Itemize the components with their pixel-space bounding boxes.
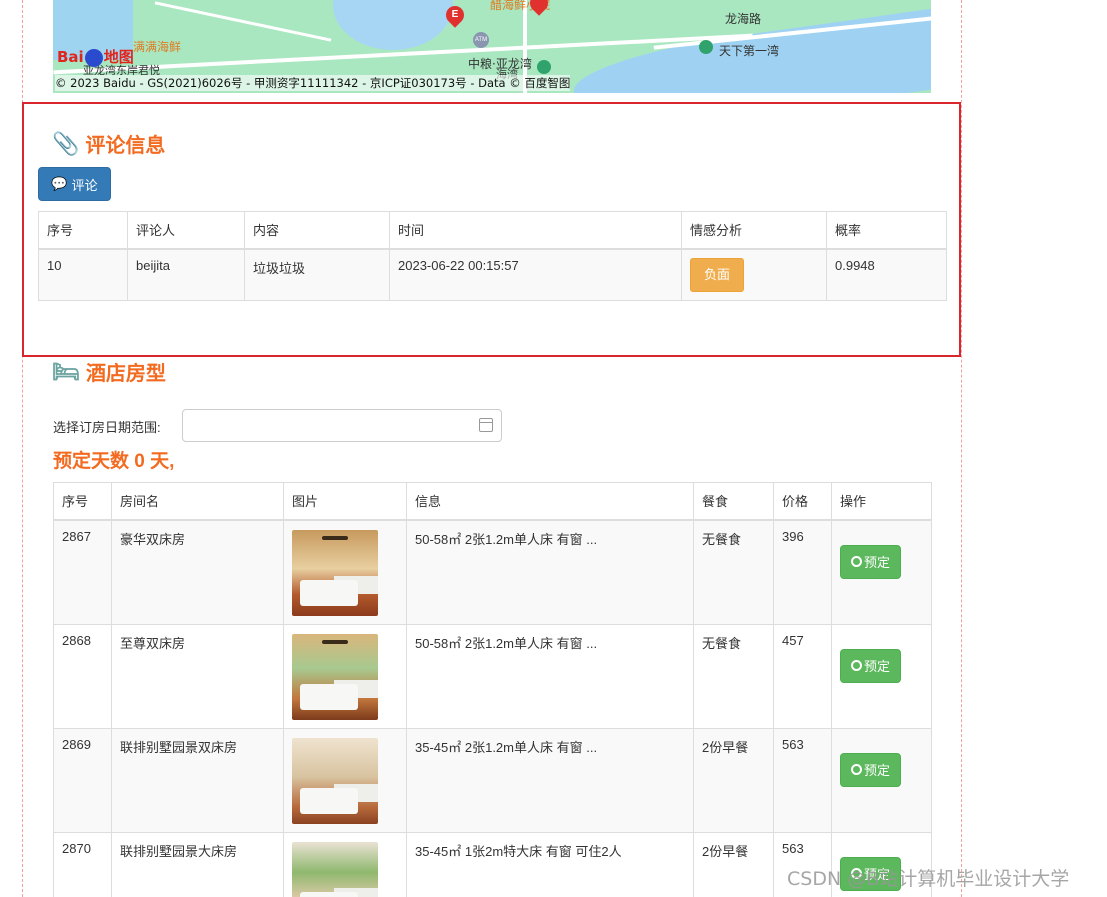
room-image-cell (283, 727, 407, 833)
room-action-cell: 预定 (831, 623, 932, 729)
comments-header-row: 序号 评论人 内容 时间 情感分析 概率 (38, 211, 947, 250)
column-header: 价格 (773, 482, 832, 521)
clock-icon (851, 660, 862, 671)
room-id: 2869 (53, 727, 112, 833)
room-name: 至尊双床房 (111, 623, 284, 729)
room-name: 联排别墅园景双床房 (111, 727, 284, 833)
rooms-title-text: 酒店房型 (85, 363, 166, 385)
room-image-cell (283, 831, 407, 897)
room-info: 50-58㎡ 2张1.2m单人床 有窗 ... (406, 519, 694, 625)
comment-probability: 0.9948 (826, 248, 947, 301)
paperclip-icon: 📎 (52, 130, 80, 156)
comment-sentiment-cell: 负面 (681, 248, 827, 301)
room-image[interactable] (292, 633, 378, 720)
date-range-label: 选择订房日期范围: (53, 420, 161, 435)
column-header: 内容 (244, 211, 390, 250)
map-bay (333, 0, 453, 50)
room-id: 2870 (53, 831, 112, 897)
room-info: 35-45㎡ 1张2m特大床 有窗 可住2人 (406, 831, 694, 897)
book-button[interactable]: 预定 (840, 544, 902, 579)
book-button[interactable]: 预定 (840, 648, 902, 683)
map-copyright: © 2023 Baidu - GS(2021)6026号 - 甲测资字11111… (55, 75, 571, 91)
comment-time: 2023-06-22 00:15:57 (389, 248, 682, 301)
sentiment-badge[interactable]: 负面 (690, 257, 744, 292)
rooms-table: 序号 房间名 图片 信息 餐食 价格 操作 2867 豪华双床房 50-58㎡ … (53, 482, 932, 897)
atm-icon: ATM (473, 32, 489, 48)
comments-table: 序号 评论人 内容 时间 情感分析 概率 10 beijita 垃圾垃圾 202… (38, 211, 947, 301)
room-price: 457 (773, 623, 832, 729)
baidu-paw-icon (84, 48, 103, 67)
column-header: 情感分析 (681, 211, 827, 250)
table-row: 10 beijita 垃圾垃圾 2023-06-22 00:15:57 负面 0… (38, 248, 947, 301)
chat-icon: 💬 (51, 176, 68, 191)
room-info: 35-45㎡ 2张1.2m单人床 有窗 ... (406, 727, 694, 833)
room-action-cell: 预定 (831, 519, 932, 625)
room-image-cell (283, 623, 407, 729)
comment-section-title: 📎 评论信息 (52, 129, 165, 158)
room-name: 联排别墅园景大床房 (111, 831, 284, 897)
book-button[interactable]: 预定 (840, 752, 902, 787)
column-header: 概率 (826, 211, 947, 250)
column-header: 图片 (283, 482, 407, 521)
rooms-header-row: 序号 房间名 图片 信息 餐食 价格 操作 (53, 482, 932, 521)
room-info: 50-58㎡ 2张1.2m单人床 有窗 ... (406, 623, 694, 729)
add-comment-label: 评论 (71, 177, 98, 193)
room-meal: 无餐食 (693, 623, 774, 729)
room-id: 2868 (53, 623, 112, 729)
room-image-cell (283, 519, 407, 625)
column-header: 序号 (38, 211, 128, 250)
bed-icon: 🛏 (52, 358, 80, 384)
room-price: 396 (773, 519, 832, 625)
column-header: 信息 (406, 482, 694, 521)
column-header: 序号 (53, 482, 112, 521)
clock-icon (851, 556, 862, 567)
column-header: 操作 (831, 482, 932, 521)
room-image[interactable] (292, 841, 378, 897)
room-image[interactable] (292, 529, 378, 616)
column-header: 房间名 (111, 482, 284, 521)
column-header: 时间 (389, 211, 682, 250)
map-marker-pin[interactable]: E (442, 2, 468, 28)
room-meal: 无餐食 (693, 519, 774, 625)
map-road (154, 1, 332, 42)
room-meal: 2份早餐 (693, 831, 774, 897)
calendar-icon[interactable] (479, 418, 493, 432)
room-id: 2867 (53, 519, 112, 625)
csdn-watermark: CSDN @B站计算机毕业设计大学 (787, 868, 1070, 890)
room-action-cell: 预定 (831, 727, 932, 833)
rooms-section-title: 🛏 酒店房型 (52, 357, 166, 386)
table-row: 2869 联排别墅园景双床房 35-45㎡ 2张1.2m单人床 有窗 ... 2… (53, 727, 932, 833)
baidu-map-logo: Bai 地图 (57, 48, 134, 67)
booking-days-text: 预定天数 0 天, (53, 451, 175, 472)
clock-icon (851, 764, 862, 775)
add-comment-button[interactable]: 💬 评论 (38, 167, 111, 201)
column-header: 评论人 (127, 211, 245, 250)
table-row: 2867 豪华双床房 50-58㎡ 2张1.2m单人床 有窗 ... 无餐食 3… (53, 519, 932, 625)
room-price: 563 (773, 727, 832, 833)
date-range-input[interactable] (182, 409, 502, 442)
park-icon (699, 40, 713, 54)
right-guide-line (961, 0, 962, 897)
column-header: 餐食 (693, 482, 774, 521)
room-name: 豪华双床房 (111, 519, 284, 625)
map-poi-seafood[interactable]: 满满海鲜 (133, 38, 181, 55)
comment-title-text: 评论信息 (85, 135, 166, 157)
table-row: 2868 至尊双床房 50-58㎡ 2张1.2m单人床 有窗 ... 无餐食 4… (53, 623, 932, 729)
comment-id: 10 (38, 248, 128, 301)
comment-user: beijita (127, 248, 245, 301)
room-image[interactable] (292, 737, 378, 824)
park-icon (537, 60, 551, 74)
map-road-label: 龙海路 (725, 12, 762, 26)
room-meal: 2份早餐 (693, 727, 774, 833)
comment-content: 垃圾垃圾 (244, 248, 390, 301)
map-poi-first-bay[interactable]: 天下第一湾 (719, 42, 779, 59)
baidu-map[interactable]: 满满海鲜 龙海路 天下第一湾 中粮·亚龙湾 醋海鲜小院 亚龙湾东岸君悦 海湾 E… (53, 0, 931, 93)
